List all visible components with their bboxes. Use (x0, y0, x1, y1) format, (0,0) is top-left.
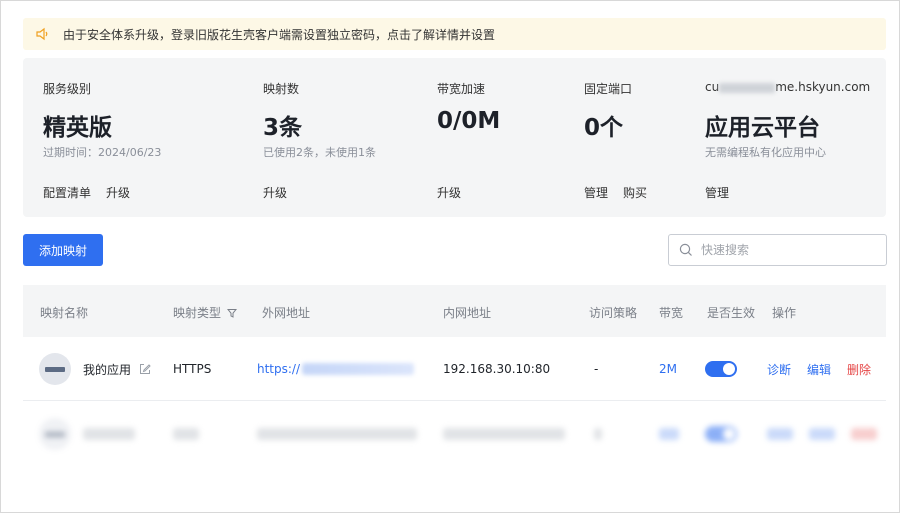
enabled-toggle-cell (705, 337, 737, 401)
stat-value: 精英版 (43, 115, 112, 141)
app-avatar-icon (39, 353, 71, 385)
cloud-domain: cu me.hskyun.com (705, 80, 870, 94)
obscured-internal (443, 402, 565, 466)
access-policy: - (594, 362, 599, 376)
stat-value: 3条 (263, 115, 303, 141)
diagnose-button[interactable]: 诊断 (767, 361, 791, 378)
external-address-prefix[interactable]: https:// (257, 362, 300, 376)
filter-icon[interactable] (227, 308, 238, 318)
obscured-actions (767, 402, 877, 466)
stat-sub: 过期时间：2024/06/23 (43, 146, 162, 159)
table-row: 我的应用 HTTPS https:// 192.168.30.10:80 - 2… (23, 337, 886, 401)
header-enabled: 是否生效 (707, 306, 756, 320)
internal-address: 192.168.30.10:80 (443, 362, 551, 376)
search-box[interactable] (668, 234, 887, 266)
speaker-icon (35, 27, 51, 41)
app-avatar-icon (39, 418, 71, 450)
cloud-domain-suffix: me.hskyun.com (775, 80, 871, 94)
external-address-redacted (302, 363, 415, 375)
stat-value: 应用云平台 (705, 115, 820, 141)
account-stats-panel: 服务级别 精英版 过期时间：2024/06/23 配置清单 升级 映射数 3条 … (23, 58, 886, 217)
stat-value: 0/0M (437, 108, 501, 134)
table-row-obscured (23, 402, 886, 466)
manage-ports-link[interactable]: 管理 (584, 184, 608, 201)
manage-cloud-link[interactable]: 管理 (705, 184, 729, 201)
stat-label: 带宽加速 (437, 82, 486, 96)
enabled-toggle[interactable] (705, 361, 737, 377)
table-header: 映射名称 映射类型 外网地址 内网地址 访问策略 带宽 是否生效 操作 (23, 285, 886, 337)
bandwidth-value[interactable]: 2M (659, 337, 677, 401)
obscured-external (257, 402, 417, 466)
domain-redacted (719, 82, 776, 93)
header-external: 外网地址 (262, 306, 311, 320)
stat-sub: 无需编程私有化应用中心 (705, 146, 826, 159)
notice-text: 由于安全体系升级，登录旧版花生壳客户端需设置独立密码，点击了解详情并设置 (63, 27, 496, 42)
header-actions: 操作 (772, 306, 797, 320)
mapping-name-cell (39, 402, 135, 466)
obscured-bandwidth (659, 402, 679, 466)
stat-value: 0个 (584, 115, 624, 141)
buy-ports-link[interactable]: 购买 (623, 184, 647, 201)
upgrade-mappings-link[interactable]: 升级 (263, 184, 287, 201)
stat-label: 映射数 (263, 82, 300, 96)
mapping-name: 我的应用 (83, 362, 132, 377)
row-actions: 诊断 编辑 删除 (767, 337, 871, 401)
stat-label: 服务级别 (43, 82, 92, 96)
obscured-type (173, 402, 199, 466)
header-type-label: 映射类型 (173, 306, 222, 320)
header-internal: 内网地址 (443, 306, 492, 320)
header-bandwidth: 带宽 (659, 306, 684, 320)
delete-button[interactable]: 删除 (847, 361, 871, 378)
cloud-domain-prefix: cu (705, 80, 720, 94)
header-policy: 访问策略 (589, 306, 638, 320)
config-list-link[interactable]: 配置清单 (43, 184, 91, 201)
upgrade-service-link[interactable]: 升级 (106, 184, 130, 201)
mapping-name-cell: 我的应用 (39, 337, 151, 401)
mapping-type: HTTPS (173, 362, 212, 376)
obscured-name (83, 428, 135, 440)
stat-label: 固定端口 (584, 82, 633, 96)
header-type[interactable]: 映射类型 (173, 304, 238, 321)
header-name: 映射名称 (40, 306, 89, 320)
add-mapping-button[interactable]: 添加映射 (23, 234, 103, 266)
search-icon (679, 243, 692, 256)
stat-sub: 已使用2条，未使用1条 (263, 146, 376, 159)
external-address[interactable]: https:// (257, 337, 415, 401)
upgrade-bandwidth-link[interactable]: 升级 (437, 184, 461, 201)
obscured-toggle (705, 402, 737, 466)
obscured-policy (594, 402, 602, 466)
search-input[interactable] (701, 243, 871, 257)
edit-button[interactable]: 编辑 (807, 361, 831, 378)
security-notice-banner[interactable]: 由于安全体系升级，登录旧版花生壳客户端需设置独立密码，点击了解详情并设置 (23, 18, 886, 50)
edit-name-icon[interactable] (139, 363, 151, 375)
